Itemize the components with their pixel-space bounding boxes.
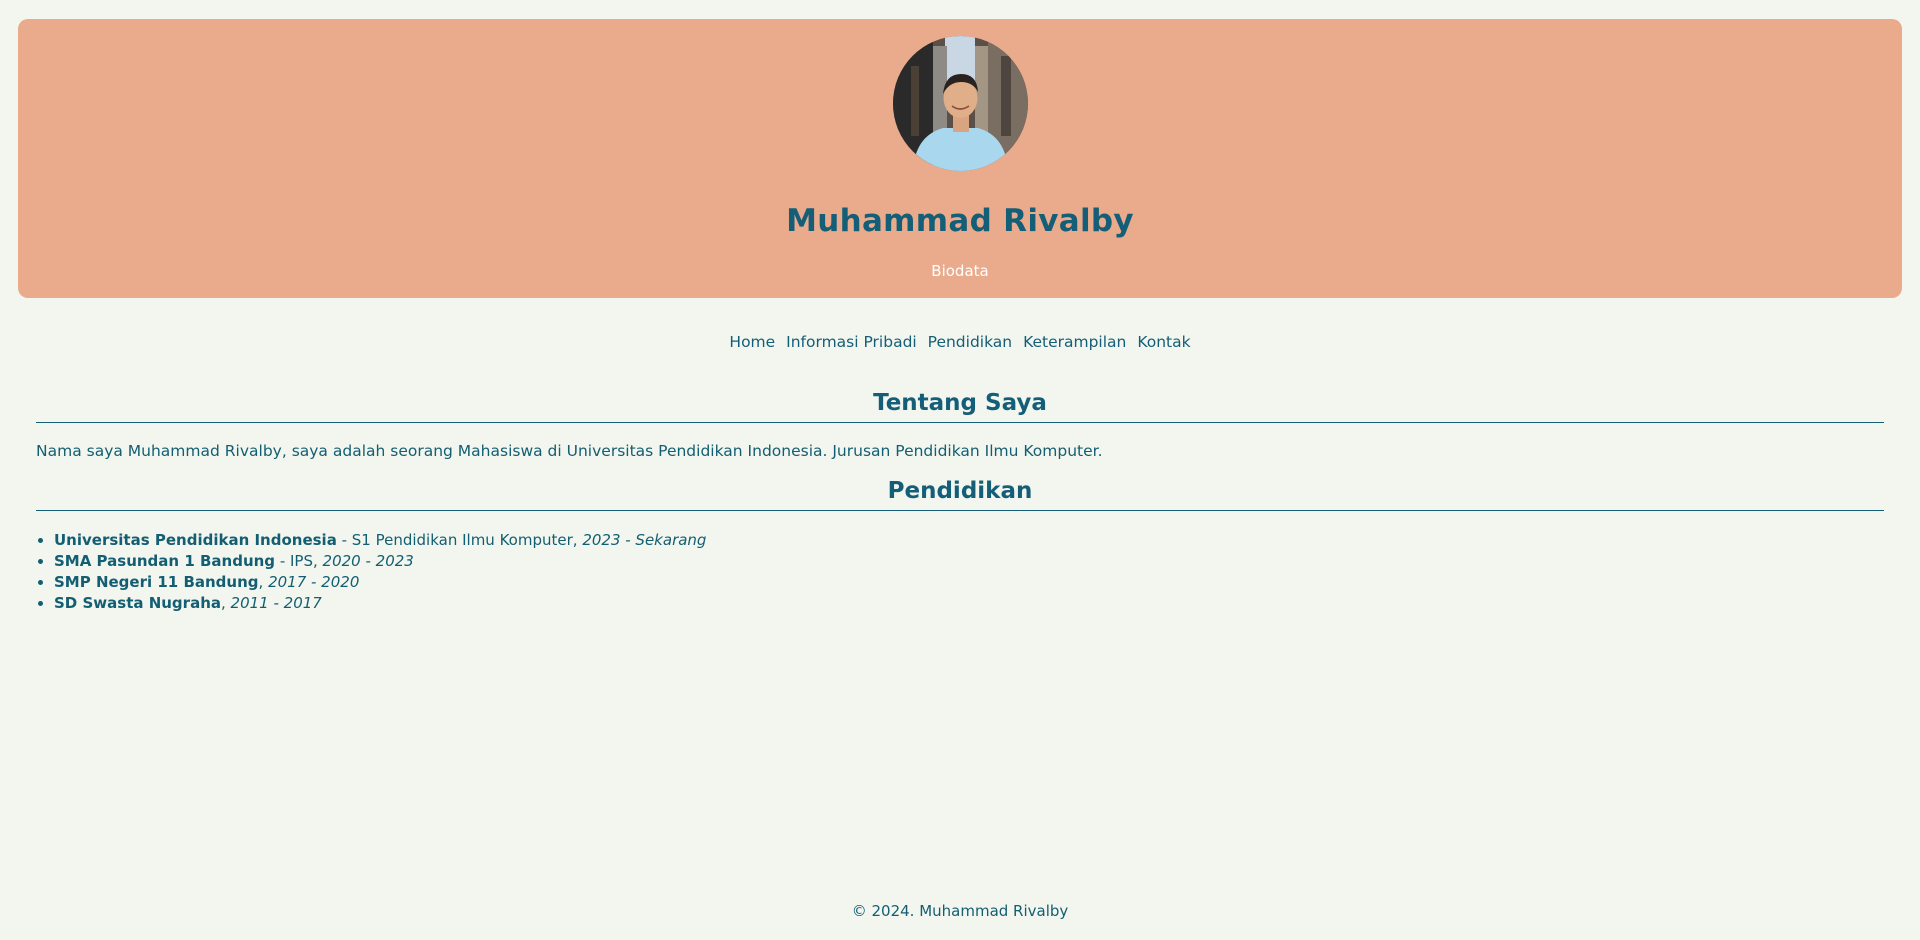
main-content: Tentang Saya Nama saya Muhammad Rivalby,… — [36, 390, 1884, 614]
education-heading: Pendidikan — [36, 478, 1884, 511]
list-item: SMP Negeri 11 Bandung, 2017 - 2020 — [54, 572, 1884, 593]
school-detail: - IPS, — [275, 552, 323, 570]
footer: © 2024. Muhammad Rivalby — [0, 902, 1920, 920]
education-list: Universitas Pendidikan Indonesia - S1 Pe… — [36, 530, 1884, 614]
school-name: SMA Pasundan 1 Bandung — [54, 552, 276, 570]
nav-pendidikan[interactable]: Pendidikan — [928, 333, 1012, 351]
list-item: SD Swasta Nugraha, 2011 - 2017 — [54, 593, 1884, 614]
about-heading: Tentang Saya — [36, 390, 1884, 423]
header-banner: Muhammad Rivalby Biodata — [18, 19, 1902, 298]
footer-copyright: © 2024. Muhammad Rivalby — [851, 902, 1069, 920]
school-name: SD Swasta Nugraha — [54, 594, 221, 612]
school-name: Universitas Pendidikan Indonesia — [54, 531, 337, 549]
school-years: 2020 - 2023 — [322, 552, 414, 570]
school-years: 2017 - 2020 — [268, 573, 360, 591]
nav-informasi-pribadi[interactable]: Informasi Pribadi — [786, 333, 917, 351]
main-nav: Home Informasi Pribadi Pendidikan Ketera… — [0, 333, 1920, 351]
about-text: Nama saya Muhammad Rivalby, saya adalah … — [36, 442, 1103, 460]
nav-kontak[interactable]: Kontak — [1137, 333, 1190, 351]
page-subtitle: Biodata — [931, 262, 989, 280]
school-name: SMP Negeri 11 Bandung — [54, 573, 259, 591]
list-item: SMA Pasundan 1 Bandung - IPS, 2020 - 202… — [54, 551, 1884, 572]
school-detail: - S1 Pendidikan Ilmu Komputer, — [336, 531, 583, 549]
school-years: 2023 - Sekarang — [582, 531, 707, 549]
avatar — [893, 36, 1028, 171]
nav-keterampilan[interactable]: Keterampilan — [1023, 333, 1126, 351]
profile-photo-icon — [893, 36, 1028, 171]
school-detail: , — [258, 573, 269, 591]
list-item: Universitas Pendidikan Indonesia - S1 Pe… — [54, 530, 1884, 551]
nav-home[interactable]: Home — [729, 333, 775, 351]
school-years: 2011 - 2017 — [230, 594, 322, 612]
school-detail: , — [221, 594, 231, 612]
page-title: Muhammad Rivalby — [786, 203, 1134, 239]
